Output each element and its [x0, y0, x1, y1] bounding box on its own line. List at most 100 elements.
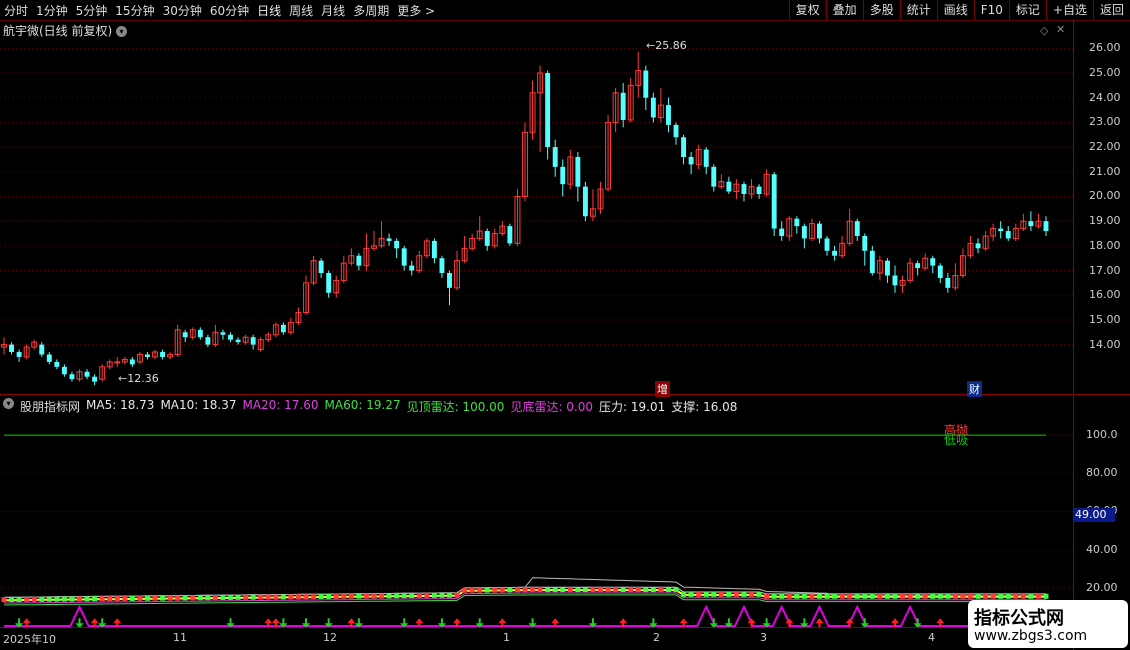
candle-body	[326, 273, 332, 293]
period-tab-3[interactable]: 15分钟	[111, 2, 158, 19]
candle-body	[484, 231, 490, 246]
indicator-value-6: 压力: 19.01	[599, 400, 666, 414]
indicator-mini-bar	[431, 592, 437, 598]
indicator-mini-bar	[145, 595, 150, 601]
indicator-mini-bar	[39, 596, 45, 602]
indicator-mini-bar	[952, 593, 958, 599]
indicator-mini-bar	[711, 591, 717, 597]
candle-body	[779, 228, 785, 236]
candle-body	[930, 258, 936, 266]
toolbar-button-8[interactable]: 返回	[1092, 0, 1130, 20]
indicator-mini-bar	[628, 587, 634, 593]
candle-body	[945, 277, 951, 288]
indicator-mini-bar	[9, 597, 15, 603]
candle-body	[16, 352, 22, 357]
indicator-value-2: MA20: 17.60	[242, 398, 319, 412]
candle-body	[794, 218, 800, 227]
kline-chart[interactable]	[0, 20, 1073, 647]
high-price-label: ←25.86	[646, 39, 687, 52]
candle-body	[69, 374, 75, 380]
indicator-mini-bar	[990, 593, 996, 599]
candle-body	[703, 149, 709, 167]
candle-body	[998, 228, 1004, 232]
toolbar-button-6[interactable]: 标记	[1008, 0, 1046, 20]
indicator-mini-bar	[258, 594, 264, 600]
indicator-mini-bar	[265, 594, 271, 600]
price-tick-7: 19.00	[1089, 214, 1121, 228]
candle-body	[409, 265, 415, 271]
indicator-mini-bar	[160, 595, 166, 601]
toolbar-button-0[interactable]: 复权	[788, 0, 826, 20]
price-tick-10: 16.00	[1089, 288, 1121, 302]
indicator-mini-bar	[756, 591, 762, 597]
period-tab-0[interactable]: 分时	[0, 2, 32, 19]
period-tab-8[interactable]: 月线	[317, 2, 349, 19]
indicator-mini-bar	[129, 595, 135, 601]
price-tick-5: 21.00	[1089, 164, 1121, 178]
candle-body	[197, 329, 203, 338]
indicator-mini-bar	[522, 587, 528, 593]
date-tick-6: 4	[928, 631, 935, 644]
indicator-mini-bar	[46, 596, 52, 602]
indicator-mini-bar	[839, 593, 845, 599]
candle-body	[9, 344, 15, 353]
period-tab-9[interactable]: 多周期	[349, 2, 393, 19]
watermark-logo: 指标公式网 www.zbgs3.com	[968, 600, 1128, 648]
chevron-down-icon[interactable]: ▾	[3, 398, 14, 409]
indicator-tick-4: 20.00	[1086, 580, 1118, 594]
indicator-mini-bar	[447, 592, 452, 598]
candle-body	[39, 344, 45, 355]
event-tag-cai[interactable]: 财	[967, 381, 982, 397]
toolbar-button-1[interactable]: 叠加	[825, 0, 863, 20]
indicator-mini-bar	[907, 593, 913, 599]
date-tick-0: 2025年10	[3, 633, 56, 646]
indicator-value-5: 见底雷达: 0.00	[510, 400, 594, 414]
indicator-mini-bar	[915, 593, 921, 599]
toolbar-button-2[interactable]: 多股	[862, 0, 900, 20]
period-tab-2[interactable]: 5分钟	[72, 2, 112, 19]
indicator-mini-bar	[69, 596, 75, 602]
period-tab-5[interactable]: 60分钟	[206, 2, 253, 19]
indicator-mini-bar	[530, 587, 536, 593]
candle-body	[114, 361, 121, 364]
indicator-mini-bar	[733, 591, 739, 597]
event-tag-zeng[interactable]: 增	[655, 381, 670, 397]
indicator-mini-bar	[228, 594, 233, 600]
candle-body	[620, 92, 626, 120]
indicator-mini-bar	[288, 594, 294, 600]
indicator-mini-bar	[61, 596, 67, 602]
indicator-mini-bar	[137, 595, 143, 601]
indicator-mini-bar	[341, 593, 347, 599]
indicator-mini-bar	[869, 593, 875, 599]
period-tab-4[interactable]: 30分钟	[159, 2, 206, 19]
date-tick-5: 3	[760, 631, 767, 644]
indicator-mini-bar	[643, 587, 649, 593]
candle-body	[447, 273, 452, 288]
price-tick-2: 24.00	[1089, 90, 1121, 104]
indicator-mini-bar	[394, 593, 400, 599]
period-tab-7[interactable]: 周线	[285, 2, 317, 19]
indicator-mini-bar	[273, 594, 279, 600]
candle-body	[84, 371, 90, 377]
toolbar-button-7[interactable]: +自选	[1045, 0, 1093, 20]
period-tab-6[interactable]: 日线	[253, 2, 285, 19]
indicator-mini-bar	[499, 587, 505, 593]
indicator-tick-3: 40.00	[1086, 542, 1118, 556]
indicator-mini-bar	[983, 593, 989, 599]
toolbar-button-5[interactable]: F10	[973, 0, 1009, 20]
indicator-mini-bar	[598, 587, 603, 593]
indicator-mini-bar	[235, 594, 241, 600]
indicator-mini-bar	[930, 593, 936, 599]
candle-body	[643, 70, 649, 98]
period-tab-1[interactable]: 1分钟	[32, 2, 72, 19]
candle-body	[386, 238, 392, 241]
period-tab-10[interactable]: 更多 >	[393, 2, 439, 19]
candle-body	[220, 332, 226, 335]
watermark-title: 指标公式网	[974, 608, 1064, 629]
indicator-mini-bar	[84, 596, 90, 602]
toolbar-button-3[interactable]: 统计	[899, 0, 937, 20]
indicator-mini-bar	[824, 593, 830, 599]
indicator-mini-bar	[884, 593, 890, 599]
toolbar-button-4[interactable]: 画线	[936, 0, 974, 20]
indicator-mini-bar	[424, 592, 430, 598]
